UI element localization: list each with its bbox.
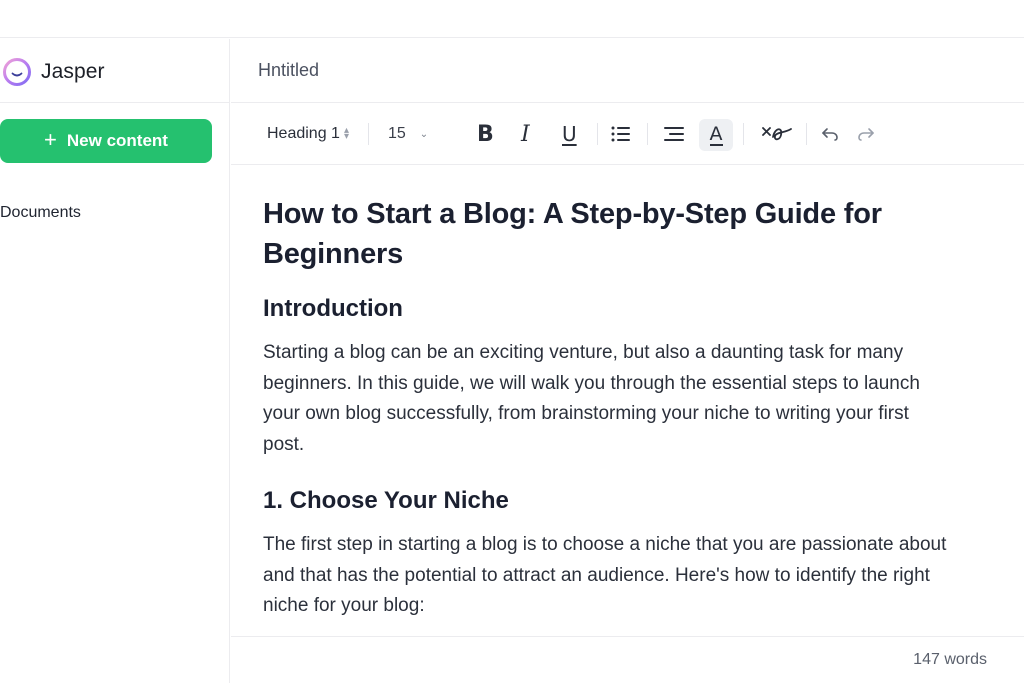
section-paragraph: Starting a blog can be an exciting ventu… [263, 342, 920, 455]
jasper-logo-icon [3, 58, 31, 86]
align-icon [664, 127, 684, 141]
formatting-toolbar: Heading 1 ▴ ▾ 15 ⌄ B I U A [231, 103, 1024, 165]
text-color-label: A [709, 123, 723, 146]
sidebar-divider [0, 102, 229, 103]
toolbar-separator [647, 123, 648, 145]
status-footer: 147 words [231, 636, 1024, 683]
block-type-select[interactable]: Heading 1 ▴ ▾ [267, 103, 349, 165]
plus-icon: + [44, 127, 57, 152]
toolbar-separator [368, 123, 369, 145]
toolbar-separator [743, 123, 744, 145]
bold-button[interactable]: B [477, 103, 494, 165]
updown-arrows-icon: ▴ ▾ [343, 125, 349, 142]
word-count: 147 words [913, 651, 987, 668]
app-window: Jasper + New content Documents Hntitled … [0, 0, 1024, 683]
translate-button[interactable] [761, 103, 793, 165]
font-size-value: 15 [388, 125, 406, 142]
redo-button[interactable] [857, 103, 875, 165]
underline-button[interactable]: U [562, 103, 577, 165]
section-heading: Introduction [263, 295, 403, 322]
section-paragraph: The first step in starting a blog is to … [263, 534, 947, 616]
align-button[interactable] [663, 103, 685, 165]
toolbar-separator [597, 123, 598, 145]
sidebar-item-documents[interactable]: Documents [0, 204, 81, 222]
bold-label: B [477, 121, 494, 147]
bulleted-list-icon [611, 126, 630, 142]
new-content-label: New content [66, 131, 168, 150]
translate-icon [762, 127, 792, 141]
undo-button[interactable] [821, 103, 839, 165]
italic-button[interactable]: I [521, 103, 530, 165]
redo-icon [858, 128, 874, 141]
document-title[interactable]: Hntitled [258, 60, 319, 81]
underline-label: U [562, 122, 577, 146]
section-heading: 1. Choose Your Niche [263, 487, 509, 514]
bulleted-list-button[interactable] [611, 103, 631, 165]
toolbar-separator [806, 123, 807, 145]
undo-icon [822, 128, 838, 141]
brand[interactable]: Jasper [2, 57, 105, 87]
document-content[interactable]: How to Start a Blog: A Step-by-Step Guid… [263, 194, 963, 622]
top-bar [0, 0, 1024, 38]
editor-main: Hntitled Heading 1 ▴ ▾ 15 ⌄ B I U A How … [231, 39, 1024, 683]
text-color-button[interactable]: A [699, 119, 733, 151]
new-content-button[interactable]: + New content [0, 119, 212, 163]
block-type-value: Heading 1 [267, 125, 340, 142]
italic-label: I [521, 121, 530, 147]
sidebar: Jasper + New content Documents [0, 39, 230, 683]
brand-name: Jasper [41, 60, 105, 83]
chevron-down-icon: ⌄ [419, 128, 429, 140]
font-size-select[interactable]: 15 ⌄ [388, 103, 428, 165]
document-heading: How to Start a Blog: A Step-by-Step Guid… [263, 198, 882, 270]
